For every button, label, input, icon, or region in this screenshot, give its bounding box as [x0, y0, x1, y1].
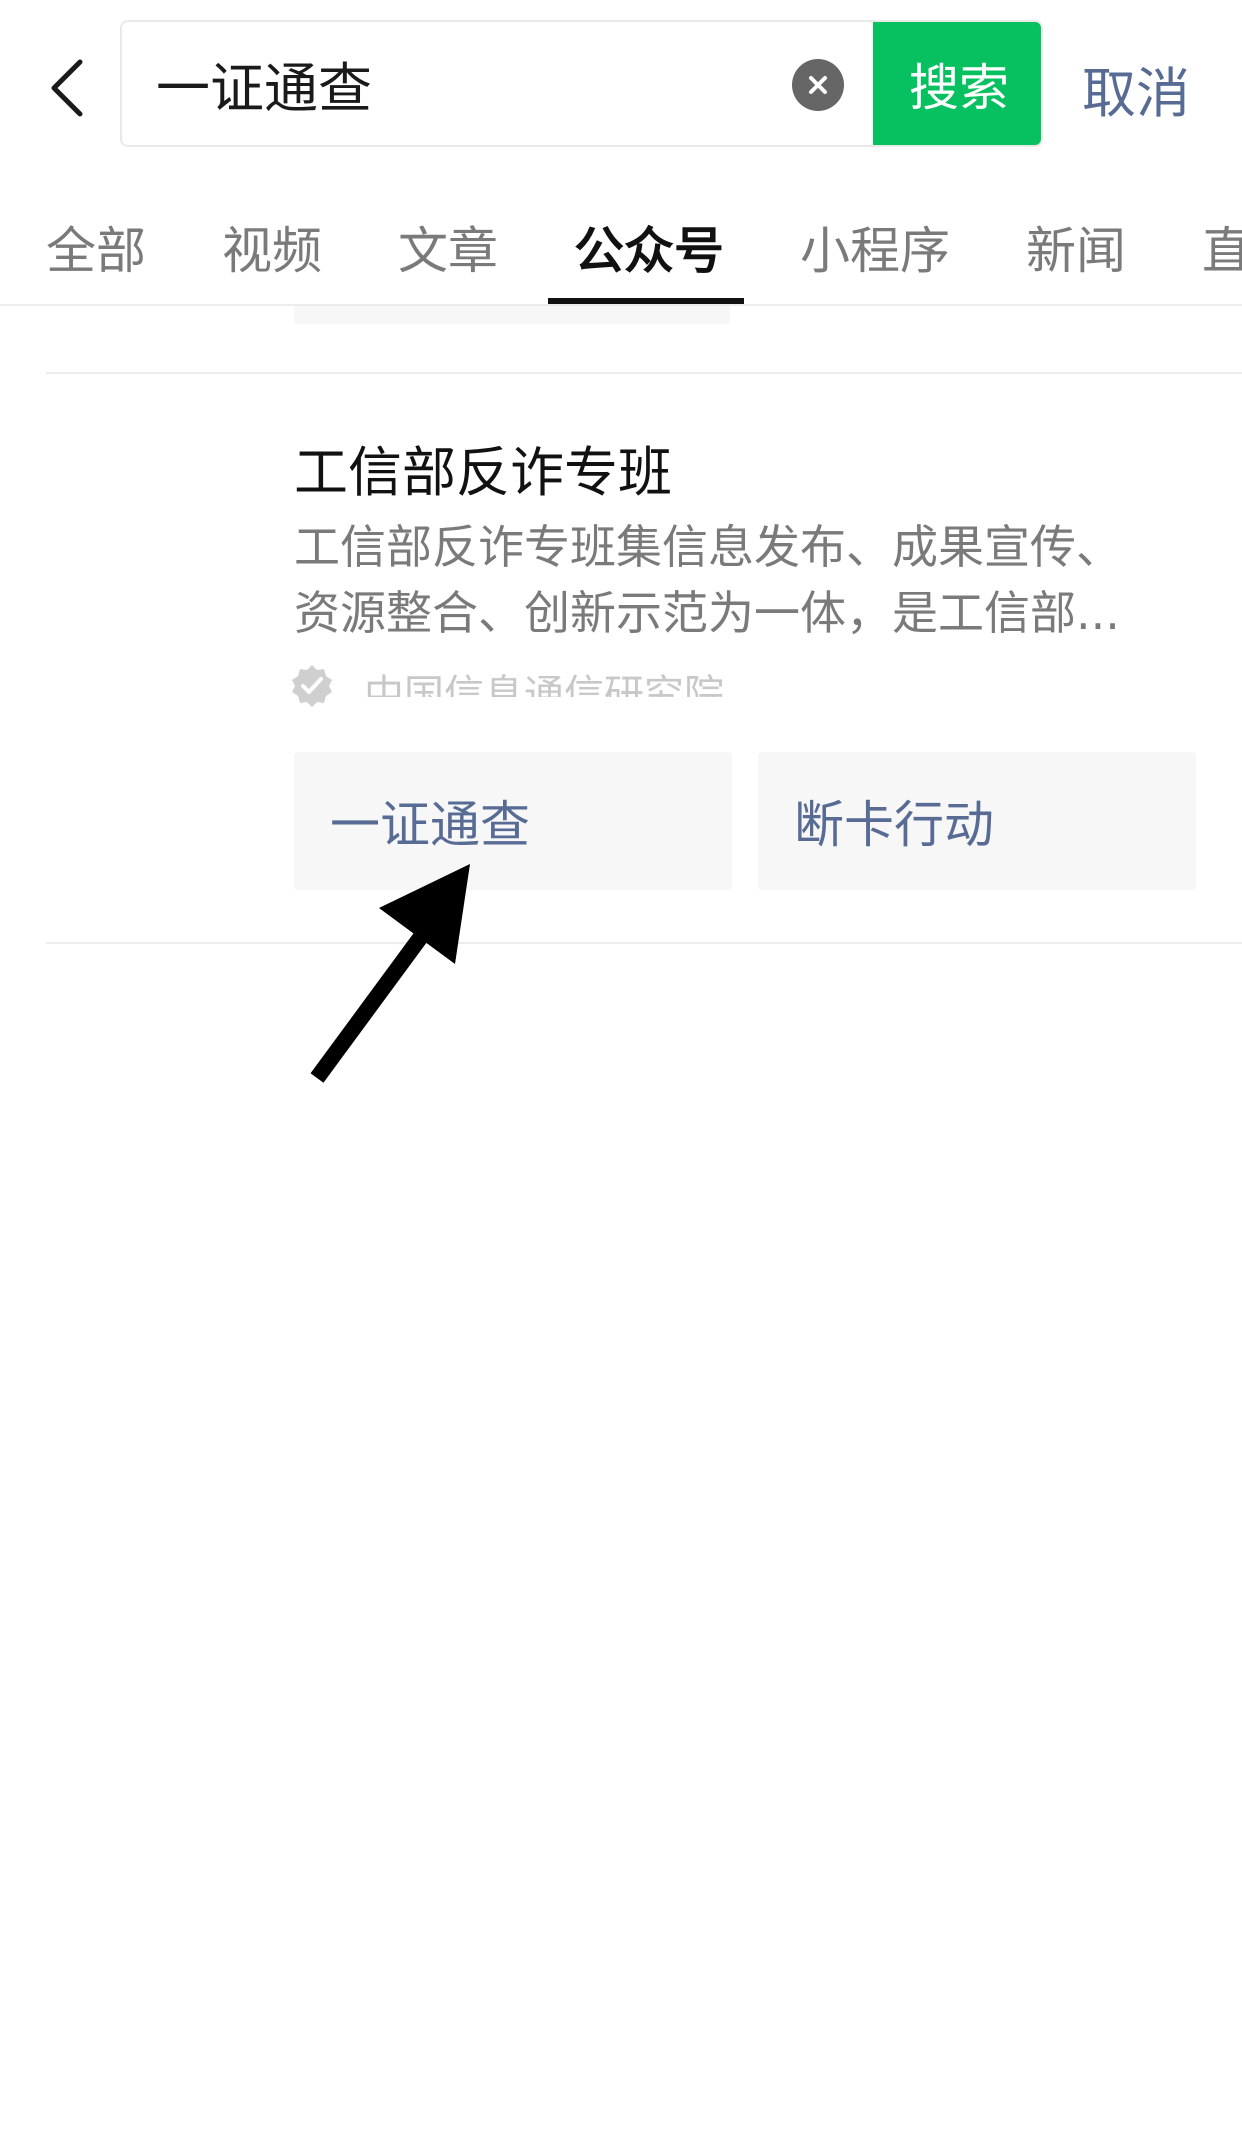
search-results-page: 搜索 取消 全部 视频 文章 公众号 小程序 新闻 直 工信部反诈专班 工信部反… [0, 0, 1242, 2137]
tab-official-accounts[interactable]: 公众号 [574, 190, 724, 304]
clear-icon [809, 76, 827, 94]
tab-all[interactable]: 全部 [46, 190, 146, 304]
category-tabs: 全部 视频 文章 公众号 小程序 新闻 直 [0, 190, 1242, 306]
verified-by-text: 中国信息通信研究院 [364, 673, 724, 697]
divider [46, 942, 1242, 944]
clear-search-button[interactable] [792, 59, 844, 111]
search-input[interactable] [156, 22, 756, 145]
search-bar: 搜索 [120, 20, 1043, 147]
search-button[interactable]: 搜索 [873, 22, 1041, 145]
previous-result-fragment [294, 306, 730, 324]
tab-articles[interactable]: 文章 [398, 190, 498, 304]
account-description-line: 工信部反诈专班集信息发布、成果宣传、 [294, 520, 1122, 574]
verification-row: 中国信息通信研究院 [290, 660, 724, 710]
active-tab-indicator [548, 298, 744, 304]
related-search-chip[interactable]: 断卡行动 [758, 752, 1196, 890]
account-description: 工信部反诈专班集信息发布、成果宣传、 资源整合、创新示范为一体，是工信部... [294, 514, 1194, 646]
related-search-chip[interactable]: 一证通查 [294, 752, 732, 890]
account-name: 工信部反诈专班 [294, 441, 672, 504]
account-description-line: 资源整合、创新示范为一体，是工信部... [294, 586, 1120, 640]
cancel-button[interactable]: 取消 [1082, 48, 1190, 128]
tab-news[interactable]: 新闻 [1026, 190, 1126, 304]
tab-mini-programs[interactable]: 小程序 [800, 190, 950, 304]
tab-video[interactable]: 视频 [222, 190, 322, 304]
verified-badge-icon [292, 665, 332, 707]
divider [46, 372, 1242, 374]
chevron-left-icon [51, 59, 83, 117]
tab-live[interactable]: 直 [1202, 190, 1242, 304]
back-button[interactable] [38, 48, 98, 128]
